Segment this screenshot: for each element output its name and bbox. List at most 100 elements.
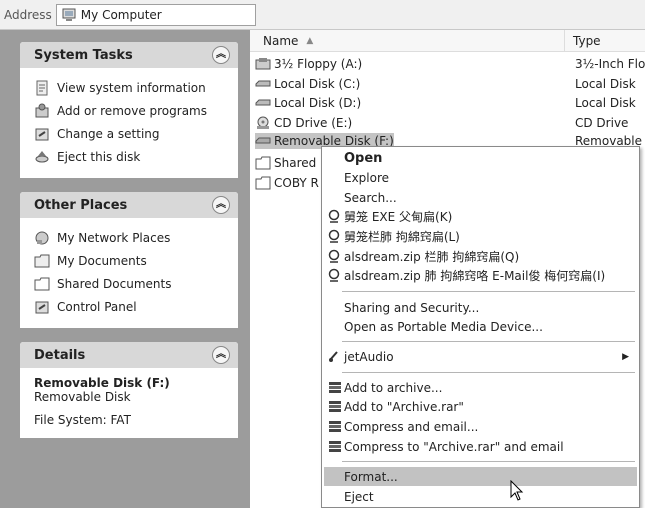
task-eject-disk[interactable]: Eject this disk [34,145,228,168]
submenu-arrow-icon: ▶ [622,351,629,362]
task-label: View system information [57,80,206,95]
place-label: Shared Documents [57,276,172,291]
file-name: COBY R [274,176,319,190]
menu-item-archive-2[interactable]: alsdream.zip 栏肺 拘綿窍扁(Q) [324,247,637,266]
menu-separator [342,291,635,292]
alzip-icon [328,249,340,263]
column-headers: Name ▲ Type [250,30,645,52]
address-location: My Computer [80,7,162,22]
place-control-panel[interactable]: Control Panel [34,295,228,318]
removable-disk-icon [255,137,271,144]
winrar-icon [329,441,341,452]
menu-item-label: jetAudio [344,349,394,364]
folder-icon [255,176,271,190]
menu-item-compress-email[interactable]: Compress and email... [324,417,637,436]
file-type: 3½-Inch Flo [575,57,645,71]
menu-item-eject[interactable]: Eject [324,487,637,506]
menu-item-label: Compress to "Archive.rar" and email [344,439,564,454]
collapse-chevron-icon[interactable]: ︽ [212,196,230,214]
task-label: Add or remove programs [57,103,207,118]
address-label: Address [4,7,52,22]
address-bar: Address My Computer [0,0,645,30]
collapse-chevron-icon[interactable]: ︽ [212,346,230,364]
place-shared-documents[interactable]: Shared Documents [34,272,228,295]
folder-icon [255,156,271,170]
control-panel-icon [35,128,49,140]
alzip-icon [328,229,340,243]
menu-item-label: Add to "Archive.rar" [344,399,464,414]
details-drive-type: Removable Disk [34,390,131,404]
column-header-name[interactable]: Name ▲ [250,30,565,51]
task-change-setting[interactable]: Change a setting [34,122,228,145]
control-panel-icon [35,301,49,313]
file-name: Local Disk (D:) [274,96,362,110]
collapse-chevron-icon[interactable]: ︽ [212,46,230,64]
floppy-drive-icon [255,58,271,70]
details-filesystem: File System: FAT [34,413,131,427]
menu-item-archive-1[interactable]: 舅笼栏肺 拘綿窍扁(L) [324,227,637,246]
menu-item-explore[interactable]: Explore [324,168,637,187]
menu-item-search[interactable]: Search... [324,188,637,207]
file-row-coby[interactable]: COBY R [255,174,319,192]
menu-item-portable-media[interactable]: Open as Portable Media Device... [324,317,637,336]
system-tasks-box: System Tasks ︽ View system information A… [20,42,238,178]
column-header-type[interactable]: Type [565,34,601,48]
file-name: Local Disk (C:) [274,77,361,91]
file-row-local-disk-c[interactable]: Local Disk (C:) [255,75,360,93]
details-header[interactable]: Details ︽ [20,342,238,368]
menu-item-archive-0[interactable]: 舅笼 EXE 父甸扁(K) [324,207,637,226]
alzip-icon [328,268,340,282]
menu-item-archive-3[interactable]: alsdream.zip 肺 拘綿窍咯 E-Mail俊 梅何窍扁(I) [324,266,637,285]
menu-item-format[interactable]: Format... [324,467,637,486]
file-name: 3½ Floppy (A:) [274,57,363,71]
menu-item-add-to-archive[interactable]: Add to archive... [324,378,637,397]
alzip-icon [328,209,340,223]
column-name-label: Name [263,33,299,48]
winrar-icon [329,382,341,393]
sort-ascending-icon: ▲ [306,35,314,46]
file-name: CD Drive (E:) [274,116,353,130]
hard-disk-icon [255,80,271,87]
menu-item-add-to-archive-rar[interactable]: Add to "Archive.rar" [324,397,637,416]
menu-item-open[interactable]: Open [324,149,637,168]
system-info-icon [36,80,48,95]
place-my-documents[interactable]: My Documents [34,249,228,272]
folder-icon [34,277,50,290]
menu-item-compress-rar-email[interactable]: Compress to "Archive.rar" and email [324,437,637,456]
task-label: Eject this disk [57,149,141,164]
menu-item-label: alsdream.zip 肺 拘綿窍咯 E-Mail俊 梅何窍扁(I) [344,269,606,283]
network-places-icon [35,231,49,244]
file-row-floppy[interactable]: 3½ Floppy (A:) [255,55,362,73]
address-field[interactable]: My Computer [55,3,256,26]
other-places-header[interactable]: Other Places ︽ [20,192,238,218]
system-tasks-header[interactable]: System Tasks ︽ [20,42,238,68]
file-type: CD Drive [575,116,629,130]
menu-item-sharing[interactable]: Sharing and Security... [324,298,637,317]
column-type-label: Type [573,33,601,48]
task-add-remove-programs[interactable]: Add or remove programs [34,99,228,122]
place-label: My Documents [57,253,147,268]
menu-item-label: 舅笼栏肺 拘綿窍扁(L) [344,230,460,244]
system-tasks-title: System Tasks [34,47,133,63]
add-remove-programs-icon [35,103,49,117]
cd-drive-icon [257,116,269,129]
file-row-local-disk-d[interactable]: Local Disk (D:) [255,94,361,112]
my-documents-icon [34,254,50,267]
my-computer-icon [62,8,76,21]
file-row-cd-drive[interactable]: CD Drive (E:) [255,114,352,132]
menu-item-label: alsdream.zip 栏肺 拘綿窍扁(Q) [344,250,520,264]
menu-item-label: 舅笼 EXE 父甸扁(K) [344,210,453,224]
file-name: Shared [274,156,317,170]
task-view-system-info[interactable]: View system information [34,76,228,99]
menu-item-label: Add to archive... [344,380,443,395]
file-type: Local Disk [575,96,636,110]
place-my-network-places[interactable]: My Network Places [34,226,228,249]
details-drive-name: Removable Disk (F:) [34,376,170,390]
eject-disk-icon [35,150,49,162]
menu-item-jetaudio[interactable]: jetAudio ▶ [324,347,637,366]
winrar-icon [329,401,341,412]
file-row-shared[interactable]: Shared [255,154,316,172]
context-menu: Open Explore Search... 舅笼 EXE 父甸扁(K) 舅笼栏… [321,146,640,508]
menu-separator [342,372,635,373]
details-title: Details [34,347,86,363]
